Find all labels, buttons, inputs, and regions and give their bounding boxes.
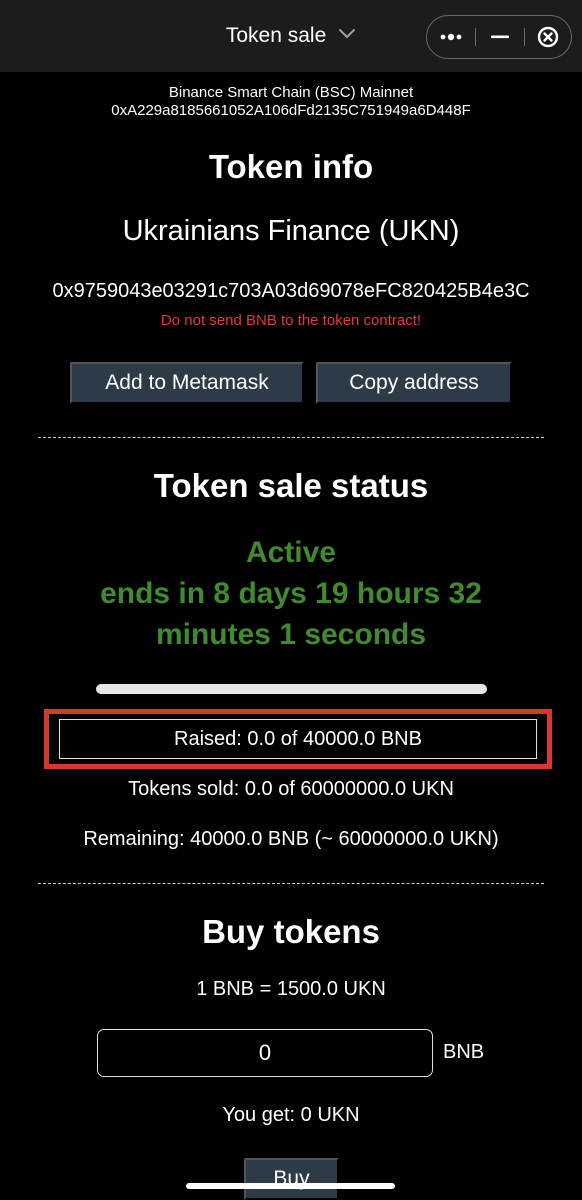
bnb-amount-input[interactable] (97, 1029, 433, 1077)
minimize-button[interactable] (476, 16, 524, 57)
tokens-sold: Tokens sold: 0.0 of 60000000.0 UKN (128, 778, 454, 800)
add-to-metamask-button[interactable]: Add to Metamask (70, 362, 304, 404)
more-dots-icon (440, 33, 462, 40)
sale-address: 0xA229a8185661052A106dFd2135C751949a6D44… (111, 102, 471, 119)
exchange-rate: 1 BNB = 1500.0 UKN (196, 978, 386, 1000)
token-info-heading: Token info (208, 148, 374, 185)
section-divider (38, 437, 544, 438)
countdown-line-1: ends in 8 days 19 hours 32 (100, 577, 482, 610)
remaining-amount: Remaining: 40000.0 BNB (~ 60000000.0 UKN… (83, 828, 499, 850)
buy-tokens-heading: Buy tokens (202, 913, 380, 950)
sale-status-block: Active ends in 8 days 19 hours 32 minute… (0, 532, 582, 655)
header-title: Token sale (225, 24, 327, 47)
token-contract-address: 0x9759043e03291c703A03d69078eFC820425B4e… (52, 280, 530, 302)
token-name: Ukrainians Finance (UKN) (122, 215, 460, 247)
buy-button[interactable]: Buy (244, 1158, 339, 1200)
sale-state: Active (245, 536, 337, 569)
countdown-line-2: minutes 1 seconds (155, 618, 427, 651)
more-options-button[interactable] (427, 16, 475, 57)
home-indicator[interactable] (186, 1183, 395, 1189)
raised-highlight-box: Raised: 0.0 of 40000.0 BNB (44, 709, 552, 769)
sale-progress-bar (96, 684, 487, 694)
close-button[interactable] (525, 16, 571, 57)
you-get-amount: You get: 0 UKN (222, 1104, 360, 1126)
copy-address-button[interactable]: Copy address (316, 362, 512, 404)
section-divider (38, 883, 544, 884)
minimize-icon (491, 35, 509, 38)
network-name: Binance Smart Chain (BSC) Mainnet (168, 84, 414, 101)
window-controls (426, 15, 572, 59)
raised-amount: Raised: 0.0 of 40000.0 BNB (59, 719, 537, 759)
chevron-down-icon (338, 22, 356, 46)
top-bar: Token sale (0, 0, 582, 72)
sale-status-heading: Token sale status (153, 467, 429, 504)
contract-warning: Do not send BNB to the token contract! (160, 312, 422, 329)
close-circle-icon (537, 26, 559, 47)
amount-unit: BNB (443, 1041, 485, 1063)
network-info: Binance Smart Chain (BSC) Mainnet 0xA229… (0, 84, 582, 120)
